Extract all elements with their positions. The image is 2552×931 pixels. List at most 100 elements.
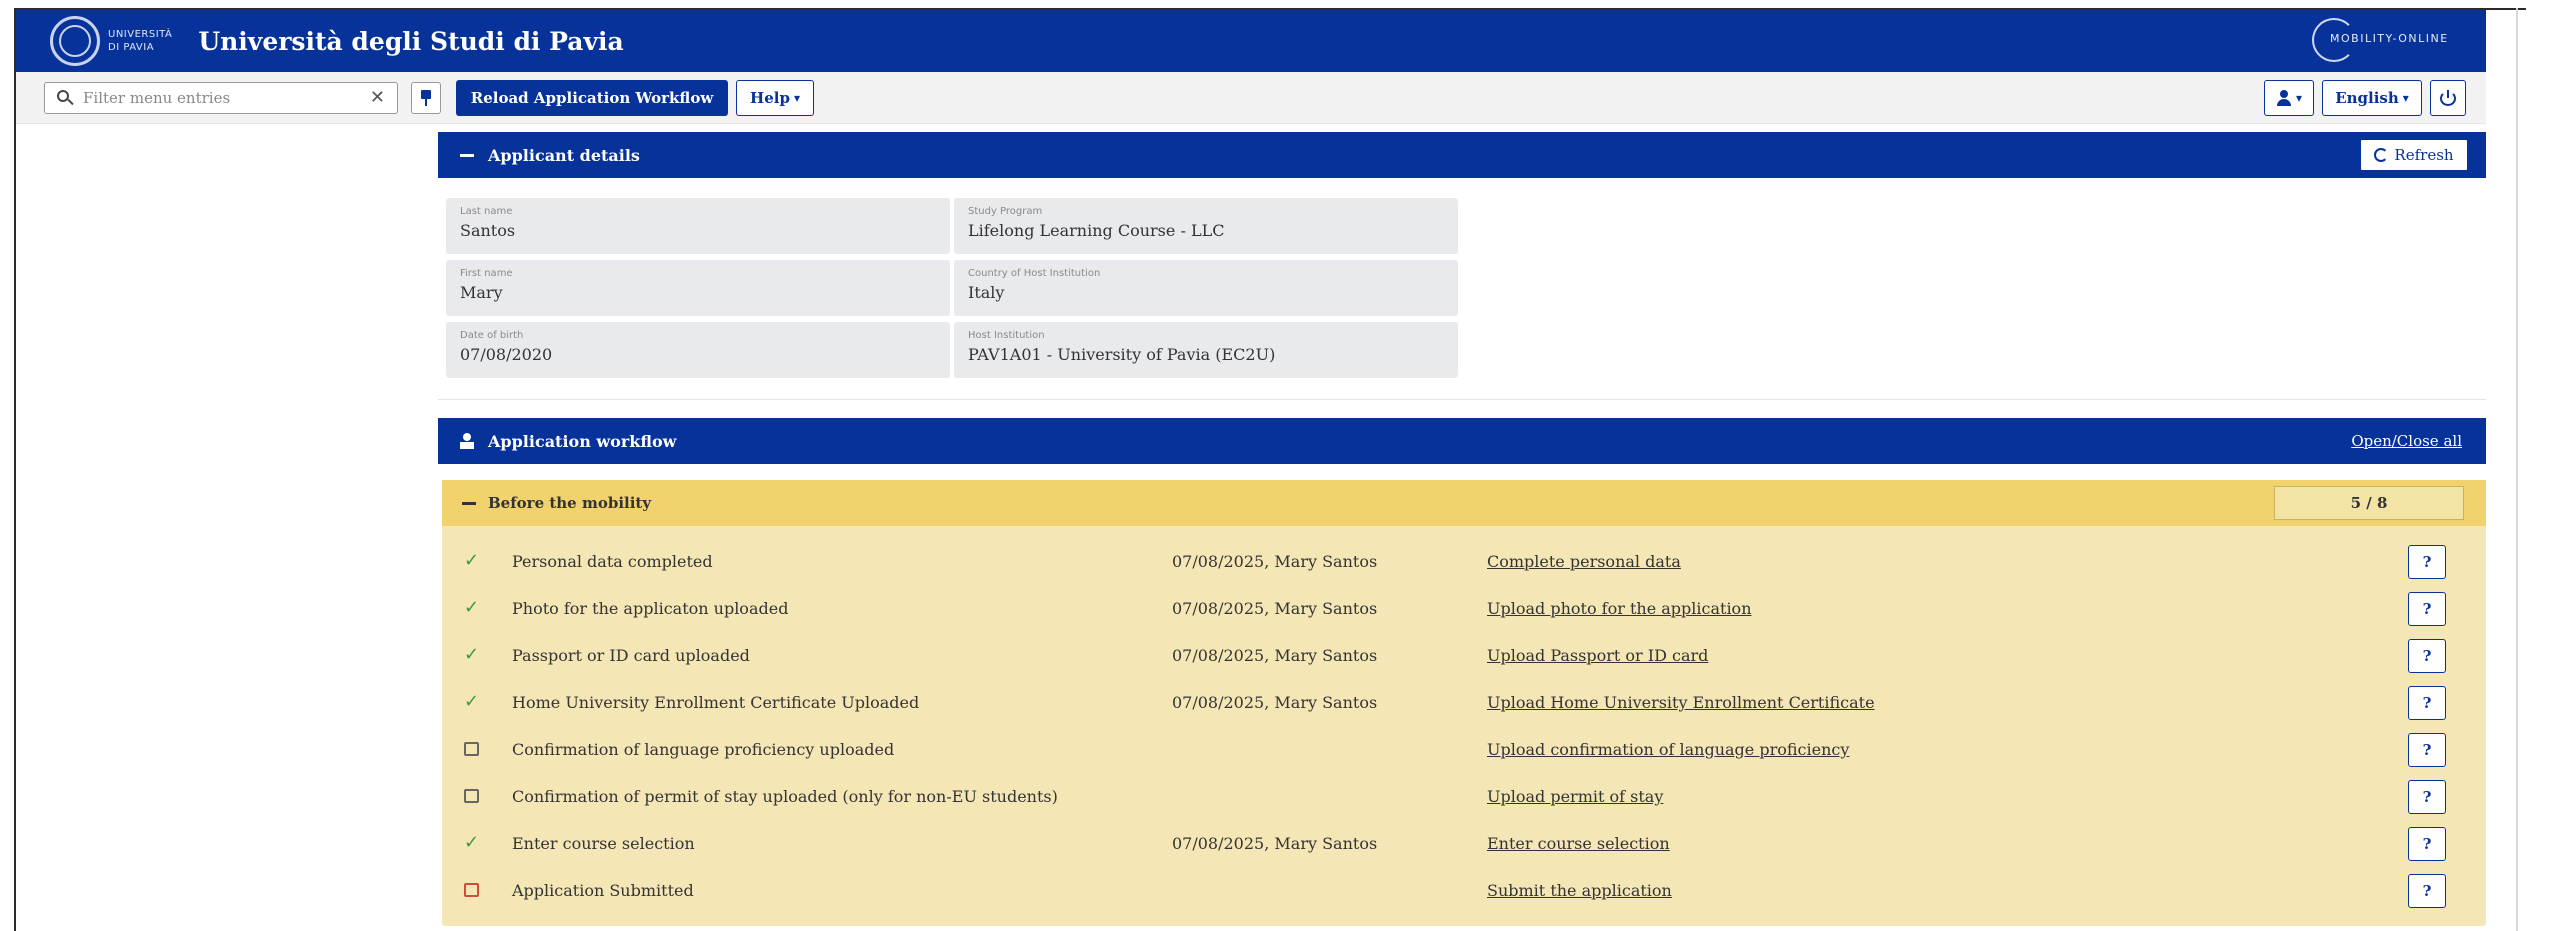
open-close-all-link[interactable]: Open/Close all: [2351, 432, 2462, 450]
power-icon: [2440, 90, 2456, 106]
step-help-button[interactable]: ?: [2408, 780, 2446, 814]
step-link[interactable]: Upload Home University Enrollment Certif…: [1487, 693, 1875, 712]
step-date: 07/08/2025, Mary Santos: [1172, 599, 1378, 618]
workflow-step: Confirmation of permit of stay uploaded …: [442, 773, 2486, 820]
field-label: Country of Host Institution: [968, 268, 1101, 279]
help-button-label: Help: [750, 89, 790, 107]
workflow-step: ✓ Passport or ID card uploaded 07/08/202…: [442, 632, 2486, 679]
app-title: Università degli Studi di Pavia: [198, 26, 624, 56]
check-icon: ✓: [464, 644, 480, 665]
step-link[interactable]: Complete personal data: [1487, 552, 1681, 571]
check-icon: ✓: [464, 550, 480, 571]
step-link[interactable]: Submit the application: [1487, 881, 1672, 900]
field-study-program: Study Program Lifelong Learning Course -…: [954, 198, 1458, 254]
mobility-online-logo: MOBILITY-ONLINE: [2306, 16, 2486, 66]
workflow-step: ✓ Photo for the applicaton uploaded 07/0…: [442, 585, 2486, 632]
field-label: Study Program: [968, 206, 1043, 217]
workflow-step: ✓ Home University Enrollment Certificate…: [442, 679, 2486, 726]
workflow-step: ✓ Personal data completed 07/08/2025, Ma…: [442, 538, 2486, 585]
toolbar: ✕ Reload Application Workflow Help▾ ▾ En…: [16, 72, 2486, 124]
field-value: Lifelong Learning Course - LLC: [968, 221, 1225, 240]
step-help-button[interactable]: ?: [2408, 639, 2446, 673]
stage-progress-badge: 5 / 8: [2274, 486, 2464, 520]
mobility-online-logo-text: MOBILITY-ONLINE: [2330, 32, 2449, 45]
pin-icon: [420, 90, 432, 106]
field-value: Mary: [460, 283, 503, 302]
search-icon: [57, 90, 74, 106]
check-icon: ✓: [464, 597, 480, 618]
step-date: 07/08/2025, Mary Santos: [1172, 834, 1378, 853]
reload-workflow-button[interactable]: Reload Application Workflow: [456, 80, 728, 116]
field-label: Last name: [460, 206, 513, 217]
pin-menu-button[interactable]: [411, 82, 441, 114]
stage-header[interactable]: Before the mobility 5 / 8: [442, 480, 2486, 526]
checkbox-icon: [464, 787, 482, 805]
checkbox-red-icon: [464, 881, 482, 899]
logo-text-line-2: DI PAVIA: [108, 42, 155, 53]
refresh-icon: [2374, 148, 2389, 162]
field-host-country: Country of Host Institution Italy: [954, 260, 1458, 316]
menu-filter-input[interactable]: [83, 89, 343, 107]
step-label: Home University Enrollment Certificate U…: [512, 693, 920, 712]
stage-title: Before the mobility: [488, 494, 652, 512]
applicant-details-title: Applicant details: [488, 145, 640, 165]
step-help-button[interactable]: ?: [2408, 874, 2446, 908]
language-label: English: [2335, 89, 2399, 107]
checkbox-icon: [464, 740, 482, 758]
step-label: Confirmation of language proficiency upl…: [512, 740, 895, 759]
field-value: Santos: [460, 221, 516, 240]
step-help-button[interactable]: ?: [2408, 686, 2446, 720]
university-seal-icon: [50, 16, 100, 66]
stage-before-mobility: Before the mobility 5 / 8 ✓ Personal dat…: [442, 480, 2486, 926]
step-help-button[interactable]: ?: [2408, 545, 2446, 579]
field-value: 07/08/2020: [460, 345, 553, 364]
workflow-step: Application Submitted Submit the applica…: [442, 867, 2486, 914]
step-link[interactable]: Upload photo for the application: [1487, 599, 1752, 618]
applicant-details-header[interactable]: Applicant details Refresh: [438, 132, 2486, 178]
field-value: Italy: [968, 283, 1005, 302]
application-workflow-title: Application workflow: [488, 431, 677, 451]
chevron-down-icon: ▾: [793, 91, 800, 105]
field-last-name: Last name Santos: [446, 198, 950, 254]
applicant-details-body: Last name Santos First name Mary Date of…: [438, 186, 2486, 400]
step-link[interactable]: Upload confirmation of language proficie…: [1487, 740, 1849, 759]
check-icon: ✓: [464, 691, 480, 712]
step-label: Photo for the applicaton uploaded: [512, 599, 789, 618]
clear-filter-icon[interactable]: ✕: [370, 87, 385, 108]
refresh-label: Refresh: [2394, 146, 2454, 164]
workflow-step: Confirmation of language proficiency upl…: [442, 726, 2486, 773]
app-header: UNIVERSITÀ DI PAVIA Università degli Stu…: [16, 10, 2486, 72]
check-icon: ✓: [464, 832, 480, 853]
step-link[interactable]: Upload permit of stay: [1487, 787, 1663, 806]
step-help-button[interactable]: ?: [2408, 827, 2446, 861]
step-date: 07/08/2025, Mary Santos: [1172, 646, 1378, 665]
step-label: Enter course selection: [512, 834, 695, 853]
person-icon: [460, 433, 474, 449]
field-value: PAV1A01 - University of Pavia (EC2U): [968, 345, 1276, 364]
collapse-icon[interactable]: [460, 153, 474, 157]
field-label: Date of birth: [460, 330, 524, 341]
user-menu-button[interactable]: ▾: [2264, 80, 2314, 116]
collapse-icon[interactable]: [462, 501, 476, 505]
step-link[interactable]: Upload Passport or ID card: [1487, 646, 1708, 665]
menu-filter[interactable]: ✕: [44, 82, 398, 114]
logout-button[interactable]: [2430, 80, 2466, 116]
chevron-down-icon: ▾: [2295, 91, 2303, 105]
university-logo[interactable]: UNIVERSITÀ DI PAVIA: [50, 16, 172, 66]
step-link[interactable]: Enter course selection: [1487, 834, 1670, 853]
step-help-button[interactable]: ?: [2408, 733, 2446, 767]
application-workflow-header: Application workflow Open/Close all: [438, 418, 2486, 464]
user-icon: [2276, 90, 2292, 106]
step-help-button[interactable]: ?: [2408, 592, 2446, 626]
logo-text-line-1: UNIVERSITÀ: [108, 29, 173, 40]
field-date-of-birth: Date of birth 07/08/2020: [446, 322, 950, 378]
help-dropdown-button[interactable]: Help ▾: [736, 80, 814, 116]
field-label: First name: [460, 268, 513, 279]
step-label: Confirmation of permit of stay uploaded …: [512, 787, 1058, 806]
chevron-down-icon: ▾: [2402, 91, 2409, 105]
step-label: Passport or ID card uploaded: [512, 646, 750, 665]
field-host-institution: Host Institution PAV1A01 - University of…: [954, 322, 1458, 378]
refresh-button[interactable]: Refresh: [2360, 139, 2468, 171]
language-dropdown-button[interactable]: English ▾: [2322, 80, 2422, 116]
step-date: 07/08/2025, Mary Santos: [1172, 552, 1378, 571]
